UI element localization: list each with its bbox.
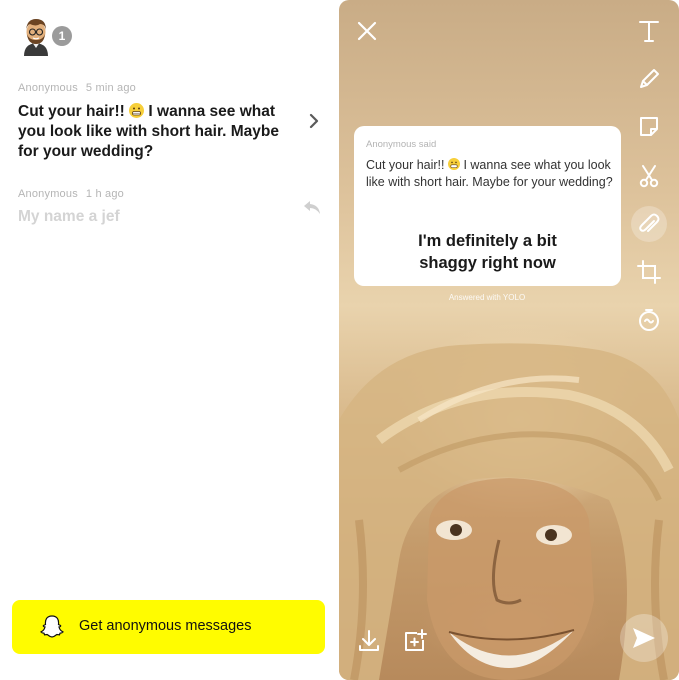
timer-icon[interactable]: [636, 307, 662, 333]
send-icon: [633, 628, 655, 648]
message-text[interactable]: Cut your hair!! I wanna see what you loo…: [18, 102, 296, 162]
answered-with-label: Answered with YOLO: [448, 293, 526, 302]
reply-arrow-icon[interactable]: [302, 198, 322, 216]
inbox-panel: 1 Anonymous 5 min ago Cut your hair!! I w…: [0, 0, 339, 680]
grimacing-face-emoji: [447, 158, 460, 170]
message-time: 5 min ago: [85, 82, 136, 94]
card-question: Cut your hair!! I wanna see what you loo…: [366, 157, 614, 190]
send-button[interactable]: [620, 614, 668, 662]
message-text[interactable]: My name a jef: [18, 207, 296, 227]
bitmoji-avatar[interactable]: [18, 16, 54, 56]
scissors-icon[interactable]: [636, 163, 662, 189]
close-icon[interactable]: [356, 20, 378, 42]
card-meta: Anonymous said: [366, 139, 437, 150]
card-question-part: Cut your hair!!: [366, 158, 448, 172]
pencil-icon[interactable]: [636, 66, 662, 92]
crop-icon[interactable]: [636, 259, 662, 285]
get-anonymous-messages-button[interactable]: Get anonymous messages: [12, 600, 325, 654]
message-text-part: Cut your hair!!: [18, 103, 130, 120]
cta-label: Get anonymous messages: [79, 618, 252, 634]
sticker-icon[interactable]: [636, 114, 662, 140]
question-card[interactable]: Anonymous said Cut your hair!! I wanna s…: [354, 126, 621, 286]
message-meta: Anonymous 1 h ago: [18, 188, 124, 200]
snapchat-ghost-icon: [40, 615, 64, 638]
selfie-photo: [339, 343, 679, 680]
download-icon[interactable]: [356, 628, 382, 654]
message-sender: Anonymous: [18, 82, 78, 94]
story-editor: Anonymous said Cut your hair!! I wanna s…: [339, 0, 679, 680]
chevron-right-icon[interactable]: [307, 112, 321, 130]
unread-count-badge: 1: [52, 26, 72, 46]
message-meta: Anonymous 5 min ago: [18, 82, 136, 94]
text-tool-icon[interactable]: [636, 18, 662, 44]
add-to-story-icon[interactable]: [402, 628, 428, 654]
paperclip-icon[interactable]: [636, 211, 662, 237]
message-sender: Anonymous: [18, 188, 78, 200]
message-time: 1 h ago: [85, 188, 124, 200]
card-answer[interactable]: I'm definitely a bit shaggy right now: [354, 230, 621, 274]
grimacing-face-emoji: [129, 103, 145, 118]
